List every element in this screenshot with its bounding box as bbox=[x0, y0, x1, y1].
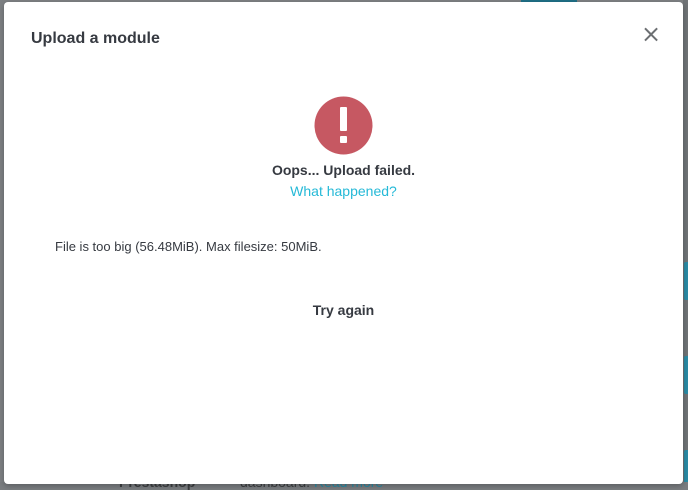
close-icon: × bbox=[641, 20, 662, 48]
exclamation-circle-icon bbox=[314, 96, 373, 155]
background-rail bbox=[683, 0, 688, 490]
what-happened-link[interactable]: What happened? bbox=[4, 183, 683, 199]
background-button bbox=[684, 356, 688, 394]
upload-module-modal: Upload a module × Oops... Upload failed.… bbox=[4, 2, 683, 484]
modal-title: Upload a module bbox=[31, 30, 160, 47]
background-button bbox=[684, 262, 688, 300]
try-again-button[interactable]: Try again bbox=[4, 302, 683, 318]
upload-failed-title: Oops... Upload failed. bbox=[271, 162, 416, 178]
close-button[interactable]: × bbox=[641, 22, 661, 46]
error-message: File is too big (56.48MiB). Max filesize… bbox=[55, 239, 322, 254]
